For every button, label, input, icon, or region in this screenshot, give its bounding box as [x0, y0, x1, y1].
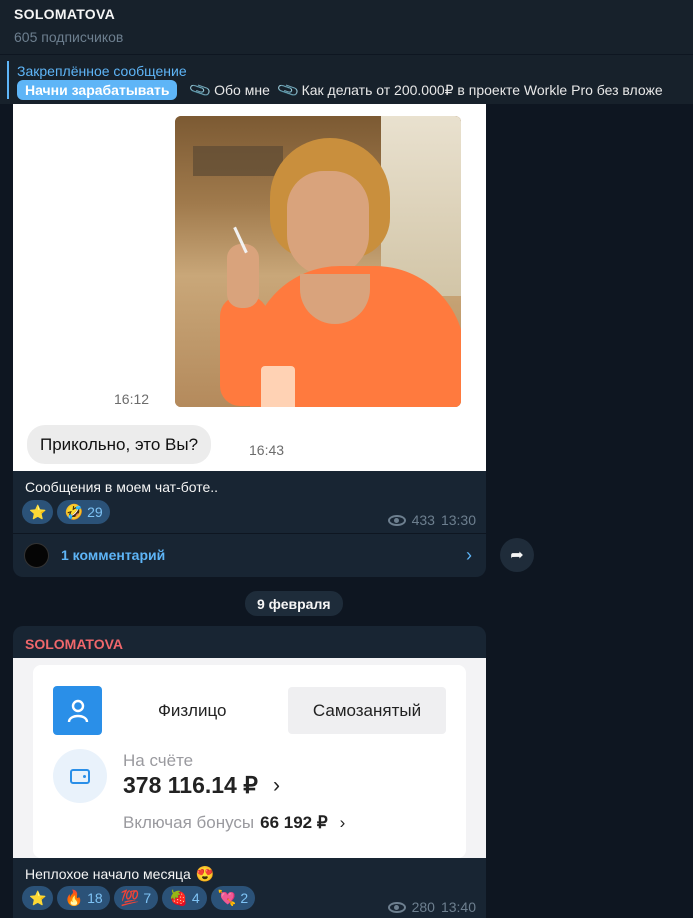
channel-post[interactable]: 16:12 Прикольно, это Вы? 16:43 Сообщения…: [13, 104, 486, 577]
view-count: 280: [411, 899, 435, 915]
pinned-label: Закреплённое сообщение: [17, 63, 187, 79]
pinned-accent-bar: [7, 61, 9, 99]
reaction-count: 4: [191, 890, 200, 906]
eye-icon: [387, 901, 406, 913]
channel-title[interactable]: SOLOMATOVA: [14, 6, 679, 22]
pinned-link-label: Обо мне: [214, 82, 270, 98]
chat-bubble: Прикольно, это Вы?: [27, 425, 212, 464]
reaction-fire[interactable]: 🔥 18: [57, 886, 110, 910]
rofl-icon: 🤣: [64, 503, 84, 521]
share-arrow-icon: ➦: [510, 547, 524, 564]
chevron-right-icon: ›: [339, 813, 346, 832]
bonus-row: Включая бонусы 66 192 ₽ ›: [123, 813, 345, 833]
post-author[interactable]: SOLOMATOVA: [25, 636, 123, 652]
post-meta: 433 13:30: [387, 512, 476, 528]
commenter-avatar: [24, 543, 49, 568]
fire-icon: 🔥: [64, 889, 84, 907]
balance-label: На счёте: [123, 751, 194, 770]
user-icon: [53, 686, 102, 735]
channel-header[interactable]: SOLOMATOVA 605 подписчиков: [0, 0, 693, 54]
reactions-bar: ⭐ 🤣 29: [22, 500, 110, 524]
comments-label: 1 комментарий: [61, 547, 166, 563]
start-earning-button[interactable]: Начни зарабатывать: [17, 80, 178, 100]
channel-post[interactable]: SOLOMATOVA Физлицо Самозанятый На счёте …: [13, 626, 486, 918]
heart-arrow-icon: 💘: [217, 889, 237, 907]
strawberry-icon: 🍓: [169, 889, 188, 907]
caption-text: Неплохое начало месяца: [25, 866, 191, 882]
paperclip-icon: 📎: [276, 78, 301, 103]
woman-photo: [175, 116, 461, 407]
reactions-bar: ⭐ 🔥 18 💯 7 🍓 4 💘 2: [22, 886, 256, 910]
post-time: 13:30: [440, 512, 476, 528]
comments-button[interactable]: 1 комментарий ›: [13, 534, 486, 577]
chevron-right-icon: ›: [466, 545, 472, 565]
reaction-count: 2: [240, 890, 249, 906]
post-meta: 280 13:40: [387, 899, 476, 915]
reaction-star[interactable]: ⭐: [22, 886, 54, 910]
bonus-label: Включая бонусы: [123, 813, 255, 832]
chat-timestamp: 16:12: [114, 391, 150, 407]
post-caption: Неплохое начало месяца 😍: [25, 866, 215, 882]
reaction-hundred[interactable]: 💯 7: [113, 886, 159, 910]
bonus-value: 66 192 ₽: [260, 813, 328, 832]
chat-timestamp: 16:43: [249, 442, 285, 458]
reaction-count: 7: [143, 890, 152, 906]
heart-eyes-icon: 😍: [195, 865, 215, 883]
tab-self-employed: Самозанятый: [288, 687, 446, 734]
reaction-count: 18: [87, 890, 103, 906]
balance-value: 378 116.14 ₽: [123, 772, 258, 798]
reaction-heart-arrow[interactable]: 💘 2: [210, 886, 256, 910]
paperclip-icon: 📎: [188, 78, 214, 103]
pinned-content: Начни зарабатывать 📎 Обо мне 📎 Как делат…: [17, 78, 672, 102]
pinned-message-bar[interactable]: Закреплённое сообщение Начни зарабатыват…: [0, 54, 693, 104]
date-separator: 9 февраля: [245, 591, 343, 616]
view-count: 433: [411, 512, 435, 528]
post-time: 13:40: [440, 899, 476, 915]
tab-individual: Физлицо: [158, 701, 227, 720]
hundred-icon: 💯: [120, 889, 140, 907]
pinned-link-workle[interactable]: 📎 Как делать от 200.000₽ в проекте Workl…: [276, 78, 663, 102]
pinned-link-about[interactable]: 📎 Обо мне: [189, 78, 270, 102]
share-button[interactable]: ➦: [500, 538, 534, 572]
reaction-rofl[interactable]: 🤣 29: [57, 500, 110, 524]
reaction-strawberry[interactable]: 🍓 4: [162, 886, 207, 910]
star-icon: ⭐: [29, 503, 47, 520]
star-icon: ⭐: [29, 889, 47, 906]
chevron-right-icon: ›: [273, 774, 280, 797]
wallet-icon: [53, 749, 107, 803]
subscriber-count: 605 подписчиков: [14, 29, 124, 45]
post-image-chat-screenshot[interactable]: 16:12 Прикольно, это Вы? 16:43: [13, 104, 486, 471]
eye-icon: [387, 514, 406, 526]
post-image-balance-screenshot[interactable]: Физлицо Самозанятый На счёте 378 116.14 …: [13, 658, 486, 858]
post-caption: Сообщения в моем чат-боте..: [25, 479, 219, 495]
reaction-count: 29: [87, 504, 103, 520]
pinned-link-label: Как делать от 200.000₽ в проекте Workle …: [301, 81, 663, 98]
balance-card: Физлицо Самозанятый На счёте 378 116.14 …: [33, 665, 466, 858]
reaction-star[interactable]: ⭐: [22, 500, 54, 524]
